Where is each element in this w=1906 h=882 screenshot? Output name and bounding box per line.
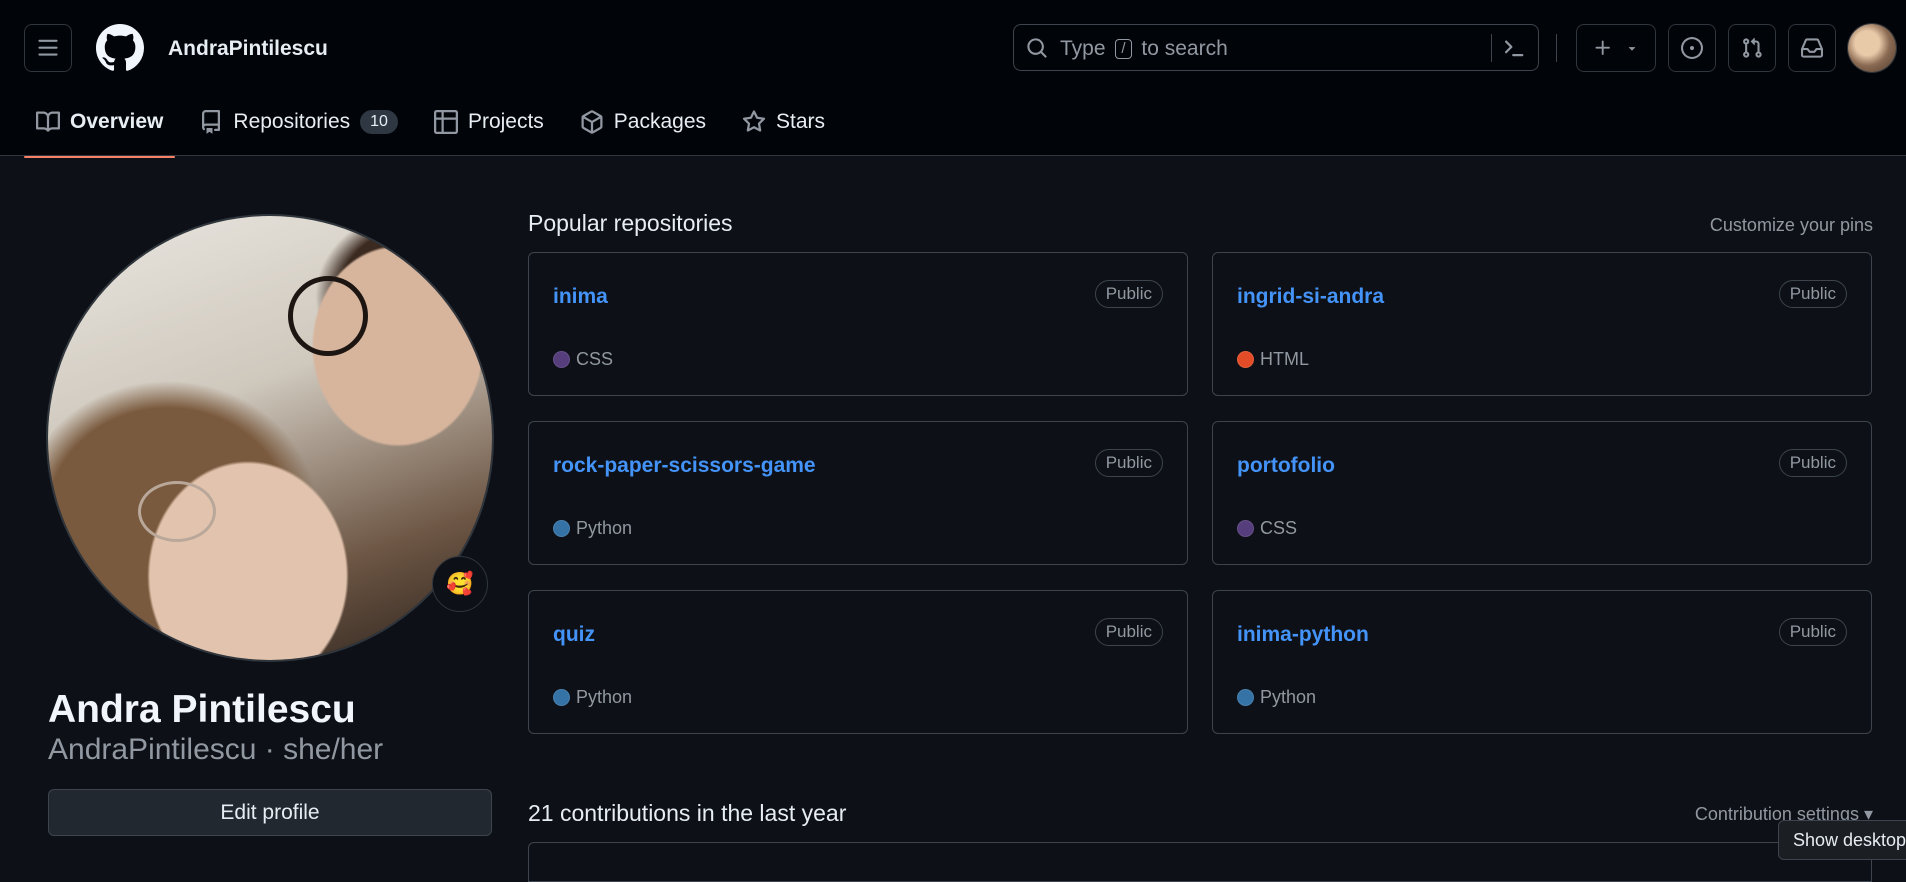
avatar-photo-detail — [138, 481, 216, 542]
tab-packages[interactable]: Packages — [568, 104, 718, 140]
show-desktop-tooltip: Show desktop — [1778, 820, 1906, 860]
repo-card: quiz Public Python — [528, 590, 1188, 734]
search-input[interactable]: Type / to search — [1013, 24, 1539, 71]
repo-name-link[interactable]: rock-paper-scissors-game — [553, 454, 816, 478]
repo-icon — [202, 110, 221, 134]
issues-button[interactable] — [1668, 24, 1716, 72]
repo-card: rock-paper-scissors-game Public Python — [528, 421, 1188, 565]
repo-name-link[interactable]: inima-python — [1237, 623, 1369, 647]
hamburger-icon — [38, 39, 58, 56]
tab-repositories-label: Repositories — [233, 110, 351, 133]
repo-name-link[interactable]: ingrid-si-andra — [1237, 285, 1384, 309]
repo-name-link[interactable]: inima — [553, 285, 608, 309]
tab-packages-label: Packages — [613, 110, 707, 133]
repo-language: Python — [553, 687, 632, 708]
book-icon — [36, 111, 60, 132]
repo-card: ingrid-si-andra Public HTML — [1212, 252, 1872, 396]
language-color-dot — [1237, 351, 1254, 368]
edit-profile-button[interactable]: Edit profile — [48, 789, 492, 836]
git-pull-request-icon — [1743, 37, 1762, 58]
profile-avatar[interactable] — [48, 216, 492, 660]
language-color-dot — [1237, 689, 1254, 706]
search-shortcut-key: / — [1115, 39, 1132, 59]
profile-full-name: Andra Pintilescu — [48, 688, 356, 731]
issue-opened-icon — [1681, 37, 1703, 59]
profile-handle-pronouns: AndraPintilescu · she/her — [48, 733, 384, 766]
command-palette-icon[interactable] — [1502, 36, 1526, 60]
search-placeholder: Type / to search — [1060, 37, 1228, 60]
customize-pins-link[interactable]: Customize your pins — [1710, 215, 1873, 236]
tab-projects[interactable]: Projects — [422, 104, 556, 140]
tab-stars-label: Stars — [776, 110, 826, 133]
tab-overview-label: Overview — [70, 110, 164, 133]
search-divider — [1491, 34, 1492, 62]
tab-repositories[interactable]: Repositories 10 — [187, 104, 410, 140]
visibility-badge: Public — [1094, 618, 1163, 646]
repo-name-link[interactable]: portofolio — [1237, 454, 1335, 478]
repo-name-link[interactable]: quiz — [553, 623, 595, 647]
header-username[interactable]: AndraPintilescu — [168, 36, 328, 62]
repo-language: Python — [553, 518, 632, 539]
table-icon — [433, 110, 458, 134]
repo-language: HTML — [1237, 349, 1309, 370]
global-header: AndraPintilescu Type / to search Overvie… — [0, 0, 1906, 158]
package-icon — [581, 110, 603, 134]
plus-icon — [1595, 40, 1610, 55]
pull-requests-button[interactable] — [1728, 24, 1776, 72]
avatar-photo-detail — [288, 276, 368, 356]
header-divider — [1556, 34, 1557, 62]
repo-language: CSS — [553, 349, 613, 370]
visibility-badge: Public — [1094, 280, 1163, 308]
inbox-icon — [1801, 38, 1823, 58]
triangle-down-icon — [1628, 47, 1636, 51]
popular-repositories-heading: Popular repositories — [528, 210, 733, 236]
repo-card: inima Public CSS — [528, 252, 1188, 396]
visibility-badge: Public — [1778, 449, 1847, 477]
tab-projects-label: Projects — [467, 110, 544, 133]
star-icon — [742, 110, 766, 132]
language-color-dot — [553, 520, 570, 537]
tab-stars[interactable]: Stars — [730, 104, 837, 140]
repo-card: portofolio Public CSS — [1212, 421, 1872, 565]
visibility-badge: Public — [1094, 449, 1163, 477]
visibility-badge: Public — [1778, 280, 1847, 308]
create-new-button[interactable] — [1576, 24, 1656, 72]
status-emoji-button[interactable]: 🥰 — [432, 556, 488, 612]
language-color-dot — [553, 351, 570, 368]
github-logo-icon[interactable] — [96, 24, 144, 72]
repo-language: Python — [1237, 687, 1316, 708]
visibility-badge: Public — [1778, 618, 1847, 646]
user-avatar-menu[interactable] — [1848, 24, 1896, 72]
menu-button[interactable] — [24, 24, 72, 72]
tab-overview[interactable]: Overview — [24, 104, 176, 158]
contribution-graph-container — [528, 842, 1872, 882]
language-color-dot — [553, 689, 570, 706]
notifications-button[interactable] — [1788, 24, 1836, 72]
search-icon — [1027, 38, 1047, 58]
repo-language: CSS — [1237, 518, 1297, 539]
language-color-dot — [1237, 520, 1254, 537]
contributions-heading: 21 contributions in the last year — [528, 800, 847, 826]
repositories-count-badge: 10 — [360, 110, 398, 134]
profile-tabs: Overview Repositories 10 Projects Packag… — [24, 104, 849, 158]
repo-card: inima-python Public Python — [1212, 590, 1872, 734]
